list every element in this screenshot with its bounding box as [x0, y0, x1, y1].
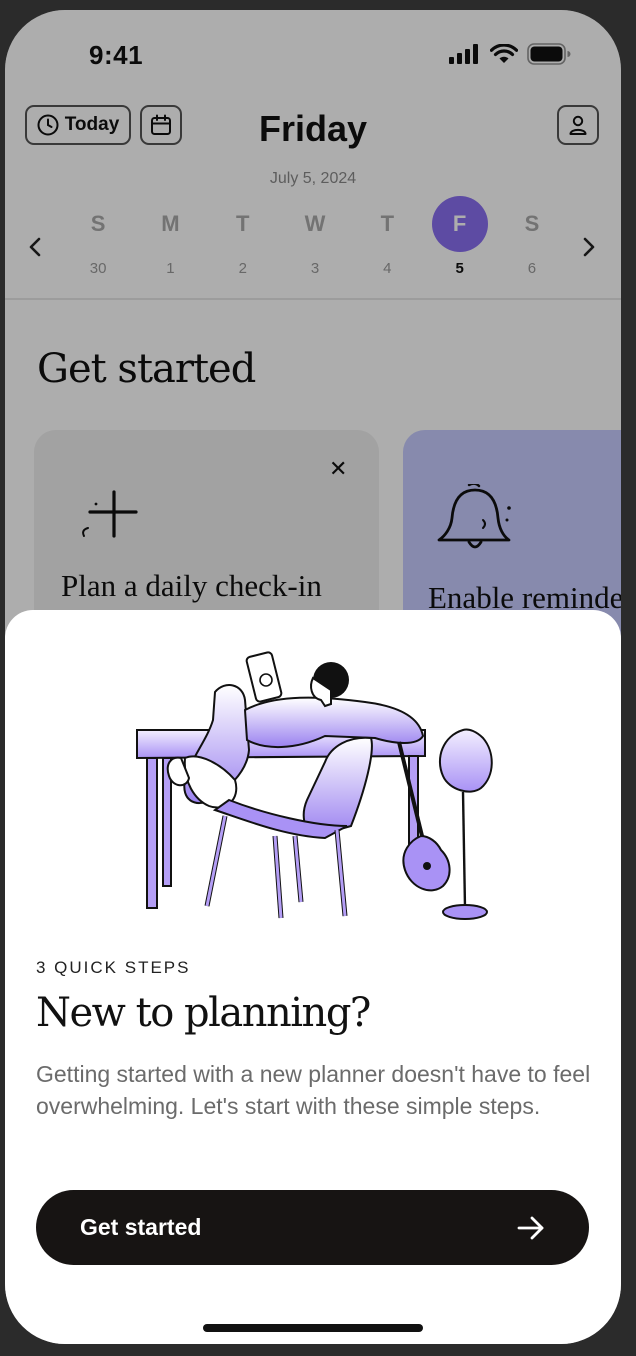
- phone-screen: 9:41 Today Friday July 5, 2024 S 30 M 1 …: [5, 10, 621, 1344]
- sheet-body: Getting started with a new planner doesn…: [36, 1061, 591, 1119]
- get-started-button[interactable]: Get started: [36, 1190, 589, 1265]
- onboarding-sheet: 3 QUICK STEPS New to planning? Getting s…: [5, 610, 621, 1344]
- get-started-label: Get started: [80, 1214, 202, 1240]
- home-indicator[interactable]: [203, 1324, 423, 1332]
- arrow-right-icon: [517, 1216, 544, 1239]
- sheet-title: New to planning?: [36, 990, 371, 1036]
- sheet-eyebrow: 3 QUICK STEPS: [36, 958, 191, 977]
- reading-person-illustration: [136, 651, 493, 920]
